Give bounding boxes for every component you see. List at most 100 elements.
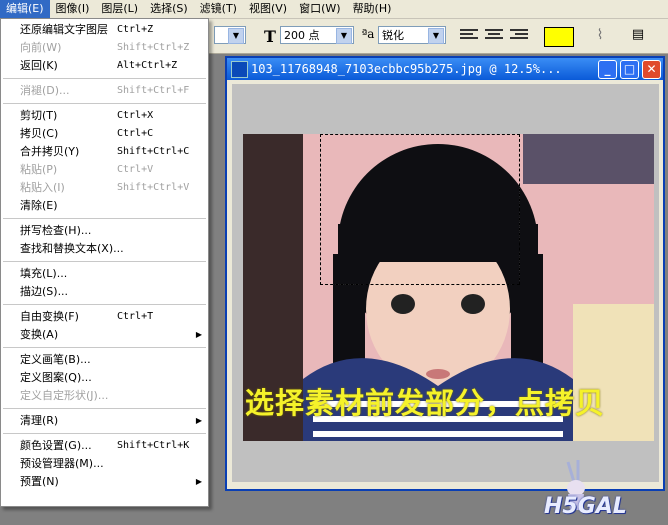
menu-3[interactable]: 选择(S) <box>144 0 194 18</box>
align-center-icon[interactable] <box>485 29 503 43</box>
edit-menu-item[interactable]: 清理(R) ▶ <box>1 412 208 430</box>
document-titlebar: 103_11768948_7103ecbbc95b275.jpg @ 12.5%… <box>227 58 663 80</box>
menu-item-label: 粘贴入(I) <box>20 181 65 194</box>
submenu-arrow-icon: ▶ <box>195 416 202 425</box>
antialias-icon: ªa <box>361 27 375 41</box>
menu-separator <box>3 347 206 348</box>
menu-item-shortcut: Shift+Ctrl+V <box>117 182 190 193</box>
menu-item-shortcut: Shift+Ctrl+F <box>117 85 190 96</box>
palettes-icon[interactable]: ▤ <box>628 27 648 45</box>
menu-item-label: 定义图案(Q)... <box>20 371 92 384</box>
menu-0[interactable]: 编辑(E) <box>0 0 50 18</box>
edit-menu-item[interactable]: 预置(N) ▶ <box>1 473 208 491</box>
menu-item-label: 还原编辑文字图层 <box>20 23 108 36</box>
menu-item-label: 预置(N) <box>20 475 59 488</box>
edit-menu-item: 消褪(D)... Shift+Ctrl+F <box>1 82 208 100</box>
document-window: 103_11768948_7103ecbbc95b275.jpg @ 12.5%… <box>225 56 665 491</box>
edit-menu-item[interactable]: 定义画笔(B)... <box>1 351 208 369</box>
edit-menu-item: 粘贴入(I) Shift+Ctrl+V <box>1 179 208 197</box>
menu-item-label: 向前(W) <box>20 41 62 54</box>
text-color-swatch[interactable] <box>544 27 574 47</box>
menu-item-shortcut: Ctrl+X <box>117 110 154 121</box>
minimize-button[interactable]: _ <box>598 60 617 79</box>
menu-item-shortcut: Ctrl+C <box>117 128 154 139</box>
close-button[interactable]: ✕ <box>642 60 661 79</box>
menu-item-label: 预设管理器(M)... <box>20 457 104 470</box>
menu-separator <box>3 408 206 409</box>
menu-bar: 编辑(E) 图像(I) 图层(L) 选择(S) 滤镜(T) 视图(V) 窗口(W) 帮助(H) <box>0 0 668 19</box>
font-size-value: 200 点 <box>284 29 320 42</box>
menu-separator <box>3 261 206 262</box>
photo-caption: 选择素材前发部分，点拷贝 <box>245 386 606 420</box>
menu-item-shortcut: Shift+Ctrl+C <box>117 146 190 157</box>
menu-item-label: 清除(E) <box>20 199 58 212</box>
menu-item-shortcut: Ctrl+T <box>117 311 154 322</box>
edit-menu-item[interactable]: 拷贝(C) Ctrl+C <box>1 125 208 143</box>
edit-menu-item[interactable]: 还原编辑文字图层 Ctrl+Z <box>1 21 208 39</box>
edit-menu-item[interactable]: 自由变换(F) Ctrl+T <box>1 308 208 326</box>
edit-menu-item[interactable]: 合并拷贝(Y) Shift+Ctrl+C <box>1 143 208 161</box>
menu-item-label: 填充(L)... <box>20 267 68 280</box>
menu-item-label: 查找和替换文本(X)... <box>20 242 124 255</box>
menu-item-shortcut: Shift+Ctrl+K <box>117 440 190 451</box>
menu-item-shortcut: Ctrl+Z <box>117 24 154 35</box>
edit-menu-item[interactable]: 返回(K) Alt+Ctrl+Z <box>1 57 208 75</box>
warp-text-icon[interactable]: ⌇ <box>590 27 610 45</box>
menu-item-label: 清理(R) <box>20 414 59 427</box>
edit-menu-item[interactable]: 剪切(T) Ctrl+X <box>1 107 208 125</box>
menu-item-label: 合并拷贝(Y) <box>20 145 80 158</box>
menu-item-label: 粘贴(P) <box>20 163 58 176</box>
edit-menu-item[interactable]: 颜色设置(G)... Shift+Ctrl+K <box>1 437 208 455</box>
menu-5[interactable]: 视图(V) <box>243 0 293 18</box>
submenu-arrow-icon: ▶ <box>195 330 202 339</box>
menu-item-shortcut: Shift+Ctrl+Z <box>117 42 190 53</box>
edit-menu-item: 定义自定形状(J)... <box>1 387 208 405</box>
menu-1[interactable]: 图像(I) <box>50 0 96 18</box>
edit-menu-item: 粘贴(P) Ctrl+V <box>1 161 208 179</box>
menu-item-label: 变换(A) <box>20 328 59 341</box>
chevron-down-icon: ▼ <box>428 28 444 44</box>
canvas-area: 选择素材前发部分，点拷贝 <box>232 84 659 482</box>
menu-item-shortcut: Ctrl+V <box>117 164 154 175</box>
menu-item-label: 颜色设置(G)... <box>20 439 92 452</box>
edit-menu-item[interactable]: 填充(L)... <box>1 265 208 283</box>
menu-4[interactable]: 滤镜(T) <box>194 0 243 18</box>
marquee-selection <box>320 134 520 285</box>
menu-item-label: 自由变换(F) <box>20 310 79 323</box>
menu-separator <box>3 78 206 79</box>
menu-separator <box>3 218 206 219</box>
edit-menu-item[interactable]: 清除(E) <box>1 197 208 215</box>
edit-menu: 还原编辑文字图层 Ctrl+Z 向前(W) Shift+Ctrl+Z 返回(K) Alt+… <box>0 18 209 507</box>
menu-6[interactable]: 窗口(W) <box>293 0 346 18</box>
align-right-icon[interactable] <box>510 29 528 43</box>
document-title: 103_11768948_7103ecbbc95b275.jpg @ 12.5%… <box>251 62 562 76</box>
watermark-text: H5GAL <box>544 494 627 519</box>
font-size-icon: T <box>264 27 276 46</box>
edit-menu-item[interactable]: 变换(A) ▶ <box>1 326 208 344</box>
photo-canvas[interactable]: 选择素材前发部分，点拷贝 <box>243 134 654 441</box>
menu-2[interactable]: 图层(L) <box>95 0 144 18</box>
menu-7[interactable]: 帮助(H) <box>347 0 398 18</box>
edit-menu-item[interactable]: 查找和替换文本(X)... <box>1 240 208 258</box>
edit-menu-item[interactable]: 定义图案(Q)... <box>1 369 208 387</box>
font-style-select[interactable]: ▼ <box>214 26 246 44</box>
menu-item-label: 消褪(D)... <box>20 84 70 97</box>
font-size-select[interactable]: 200 点 ▼ <box>280 26 354 44</box>
menu-item-label: 拷贝(C) <box>20 127 59 140</box>
submenu-arrow-icon: ▶ <box>195 477 202 486</box>
menu-item-label: 描边(S)... <box>20 285 69 298</box>
menu-item-label: 拼写检查(H)... <box>20 224 92 237</box>
h5gal-logo: H5GAL <box>538 458 666 522</box>
menu-separator <box>3 304 206 305</box>
menu-item-label: 剪切(T) <box>20 109 58 122</box>
menu-item-label: 定义自定形状(J)... <box>20 389 109 402</box>
edit-menu-item[interactable]: 预设管理器(M)... <box>1 455 208 473</box>
edit-menu-item[interactable]: 拼写检查(H)... <box>1 222 208 240</box>
menu-separator <box>3 103 206 104</box>
menu-item-shortcut: Alt+Ctrl+Z <box>117 60 178 71</box>
photoshop-icon <box>231 61 248 78</box>
align-left-icon[interactable] <box>460 29 478 43</box>
maximize-button[interactable]: □ <box>620 60 639 79</box>
antialias-select[interactable]: 锐化 ▼ <box>378 26 446 44</box>
edit-menu-item[interactable]: 描边(S)... <box>1 283 208 301</box>
